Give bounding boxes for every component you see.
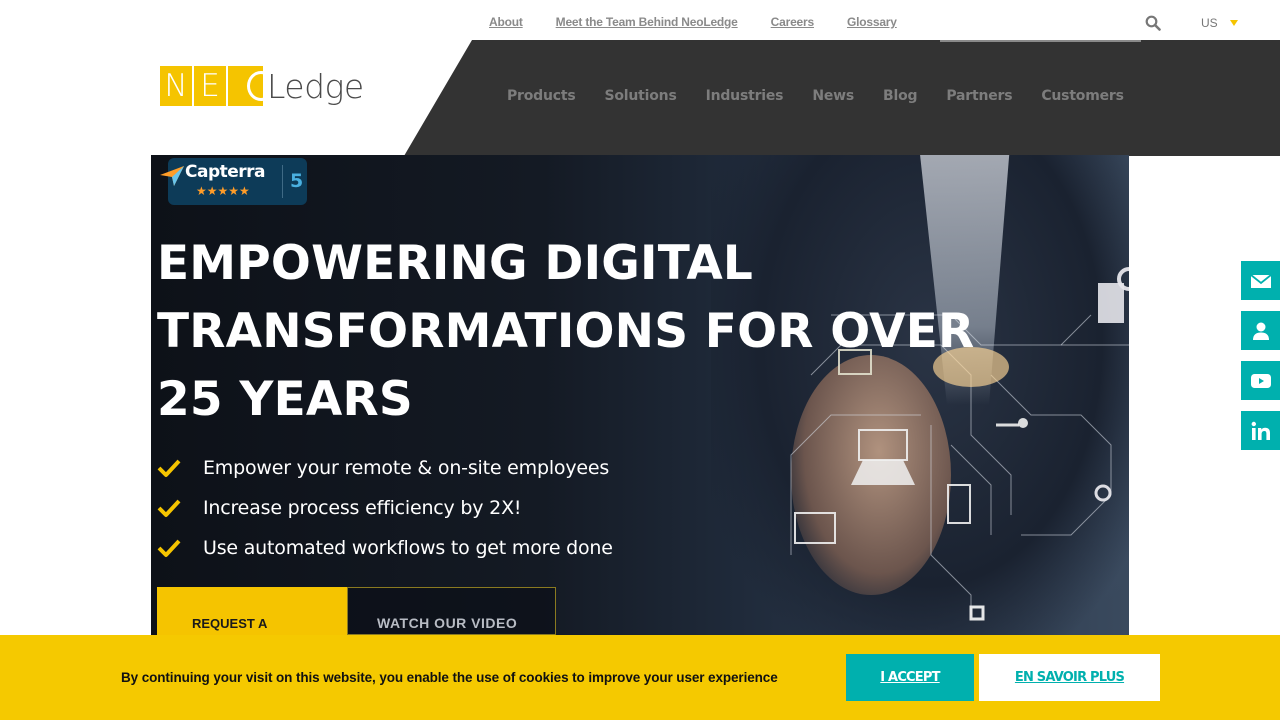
nav-divider (940, 40, 1141, 42)
check-icon (157, 539, 181, 557)
envelope-icon (1249, 273, 1272, 288)
cookie-message: By continuing your visit on this website… (121, 670, 778, 685)
badge-divider (282, 165, 283, 198)
main-nav: Products Solutions Industries News Blog … (507, 88, 1153, 104)
benefit-item: Use automated workflows to get more done (157, 528, 613, 568)
benefit-list: Empower your remote & on-site employees … (157, 448, 613, 568)
logo-o-ring (247, 71, 263, 101)
nav-customers[interactable]: Customers (1041, 88, 1124, 104)
benefit-text: Increase process efficiency by 2X! (203, 497, 522, 519)
capterra-badge[interactable]: Capterra ★★★★★ 5 (160, 158, 307, 205)
logo-mark: N E (160, 66, 263, 106)
headline-line: EMPOWERING DIGITAL (157, 236, 754, 291)
check-icon (157, 459, 181, 477)
language-label: US (1201, 16, 1218, 30)
nav-industries[interactable]: Industries (706, 88, 784, 104)
link-meet-the-team[interactable]: Meet the Team Behind NeoLedge (556, 15, 738, 29)
link-about[interactable]: About (489, 15, 523, 29)
contact-button[interactable] (1241, 311, 1280, 350)
nav-solutions[interactable]: Solutions (605, 88, 677, 104)
rating-score: 5 (290, 170, 304, 192)
watch-video-button[interactable]: WATCH OUR VIDEO (347, 587, 556, 635)
nav-blog[interactable]: Blog (883, 88, 918, 104)
rating-stars: ★★★★★ (196, 184, 250, 198)
capterra-logo-icon (160, 166, 184, 186)
benefit-text: Use automated workflows to get more done (203, 537, 613, 559)
logo-letter: E (194, 66, 228, 106)
benefit-item: Increase process efficiency by 2X! (157, 488, 613, 528)
link-glossary[interactable]: Glossary (847, 15, 897, 29)
social-sidebar (1241, 261, 1280, 450)
hero-headline: EMPOWERING DIGITAL TRANSFORMATIONS FOR O… (157, 230, 1057, 434)
neoledge-logo[interactable]: N E Ledge (160, 66, 364, 106)
youtube-button[interactable] (1241, 361, 1280, 400)
request-demo-button[interactable]: REQUEST A (157, 587, 347, 635)
page: About Meet the Team Behind NeoLedge Care… (0, 0, 1280, 720)
headline-line: TRANSFORMATIONS FOR OVER (157, 304, 975, 359)
learn-more-button[interactable]: EN SAVOIR PLUS (979, 654, 1160, 701)
nav-products[interactable]: Products (507, 88, 576, 104)
capterra-name: Capterra (185, 162, 266, 182)
utility-nav: About Meet the Team Behind NeoLedge Care… (489, 15, 897, 29)
nav-news[interactable]: News (812, 88, 854, 104)
check-icon (157, 499, 181, 517)
linkedin-button[interactable] (1241, 411, 1280, 450)
youtube-icon (1250, 373, 1271, 388)
nav-partners[interactable]: Partners (946, 88, 1012, 104)
user-icon (1252, 322, 1269, 340)
email-button[interactable] (1241, 261, 1280, 300)
accept-cookies-button[interactable]: I ACCEPT (846, 654, 974, 701)
link-careers[interactable]: Careers (771, 15, 815, 29)
logo-letter: N (160, 66, 194, 106)
linkedin-icon (1251, 421, 1270, 440)
cookie-banner: By continuing your visit on this website… (0, 635, 1280, 720)
benefit-text: Empower your remote & on-site employees (203, 457, 610, 479)
language-selector[interactable]: US (1201, 16, 1238, 30)
hero-banner: Capterra ★★★★★ 5 EMPOWERING DIGITAL TRAN… (151, 155, 1129, 635)
logo-text: Ledge (267, 66, 364, 106)
search-icon[interactable] (1145, 15, 1161, 31)
headline-line: 25 YEARS (157, 372, 413, 427)
caret-down-icon (1229, 20, 1238, 26)
benefit-item: Empower your remote & on-site employees (157, 448, 613, 488)
